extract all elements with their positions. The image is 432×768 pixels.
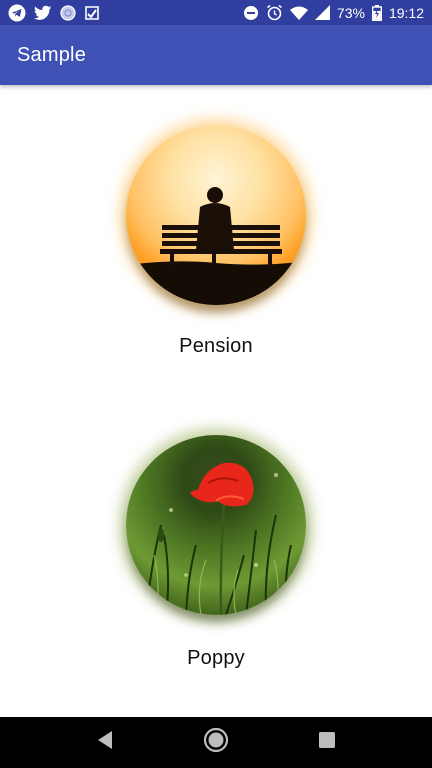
status-left-icons	[8, 4, 100, 22]
signal-icon	[314, 5, 330, 20]
app-bar: Sample	[0, 25, 432, 85]
clock: 19:12	[388, 4, 424, 21]
content-list: Pension Poppy	[0, 85, 432, 717]
status-bar: 73% 19:12	[0, 0, 432, 25]
alarm-icon	[266, 4, 283, 21]
list-item-pension[interactable]: Pension	[0, 125, 432, 358]
recents-icon	[318, 731, 336, 754]
red-poppy-image[interactable]	[126, 435, 306, 615]
battery-icon	[371, 4, 382, 21]
battery-percent: 73%	[336, 4, 365, 21]
recents-button[interactable]	[307, 723, 347, 763]
app-title: Sample	[17, 43, 87, 66]
twitter-icon	[34, 5, 52, 21]
back-button[interactable]	[85, 723, 125, 763]
item-label: Pension	[179, 335, 253, 357]
do-not-disturb-icon	[243, 5, 259, 21]
back-icon	[96, 730, 114, 755]
item-label: Poppy	[187, 647, 245, 669]
list-item-poppy[interactable]: Poppy	[0, 435, 432, 670]
bench-sunset-image[interactable]	[126, 125, 306, 305]
home-icon	[203, 727, 229, 758]
status-right-icons: 73% 19:12	[243, 4, 424, 21]
navigation-bar	[0, 717, 432, 768]
notification-icon	[84, 5, 100, 21]
telegram-icon	[8, 4, 26, 22]
browser-icon	[60, 4, 76, 21]
wifi-icon	[289, 6, 308, 20]
home-button[interactable]	[196, 723, 236, 763]
